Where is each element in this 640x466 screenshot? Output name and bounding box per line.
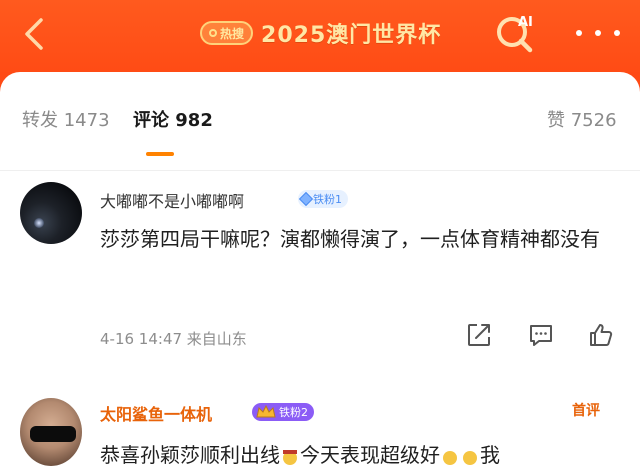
comment-icon[interactable] [528, 322, 554, 348]
avatar[interactable] [20, 398, 82, 466]
share-icon[interactable] [466, 322, 492, 348]
dot [576, 30, 582, 36]
fan-badge[interactable]: 铁粉2 [252, 403, 314, 421]
emoji-icon [443, 450, 457, 465]
dot [595, 30, 601, 36]
tab-bar: 转发 1473 评论 982 赞 7526 [0, 106, 640, 166]
avatar[interactable] [20, 182, 82, 244]
tab-comments[interactable]: 评论 982 [133, 106, 213, 132]
comment-text: 莎莎第四局干嘛呢？演都懒得演了，一点体育精神都没有 [100, 227, 600, 251]
card-edge [0, 72, 640, 92]
top-bar: 热搜 2025澳门世界杯 AI [0, 0, 640, 80]
emoji-icon [463, 450, 477, 465]
hot-search-badge: 热搜 [200, 21, 254, 45]
emoji-icon [283, 449, 297, 465]
more-icon[interactable] [576, 26, 620, 40]
comment-text-part: 今天表现超级好 [300, 443, 440, 466]
dot [614, 30, 620, 36]
redaction-bar [30, 426, 76, 442]
hot-label: 热搜 [220, 26, 245, 41]
fan-badge[interactable]: 铁粉1 [298, 190, 348, 208]
comment-text: 恭喜孙颖莎顺利出线 今天表现超级好 我 [100, 440, 620, 466]
tab-likes[interactable]: 赞 7526 [547, 106, 617, 132]
comment-username[interactable]: 大嘟嘟不是小嘟嘟啊 [100, 188, 244, 212]
fan-badge-label: 铁粉1 [313, 193, 342, 206]
like-icon[interactable] [588, 322, 614, 348]
svg-text:AI: AI [518, 15, 533, 30]
first-comment-label: 首评 [572, 403, 600, 419]
active-tab-indicator [146, 152, 174, 156]
page-title: 2025澳门世界杯 [261, 23, 442, 48]
comment-meta: 4-16 14:47 来自山东 [100, 330, 247, 348]
topic-title[interactable]: 热搜 2025澳门世界杯 [200, 16, 441, 50]
divider [0, 170, 640, 171]
back-button[interactable] [16, 14, 52, 54]
back-icon [25, 18, 43, 50]
diamond-icon [298, 191, 314, 207]
tab-reposts[interactable]: 转发 1473 [22, 106, 110, 132]
crown-icon [256, 404, 276, 418]
comment-username[interactable]: 太阳鲨鱼一体机 [100, 401, 212, 425]
hot-dot-icon [209, 29, 217, 37]
comment-text-part: 我 [480, 443, 500, 466]
fan-badge-label: 铁粉2 [279, 406, 308, 419]
comment-text-part: 恭喜孙颖莎顺利出线 [100, 443, 280, 466]
ai-search-icon[interactable]: AI [492, 10, 544, 54]
